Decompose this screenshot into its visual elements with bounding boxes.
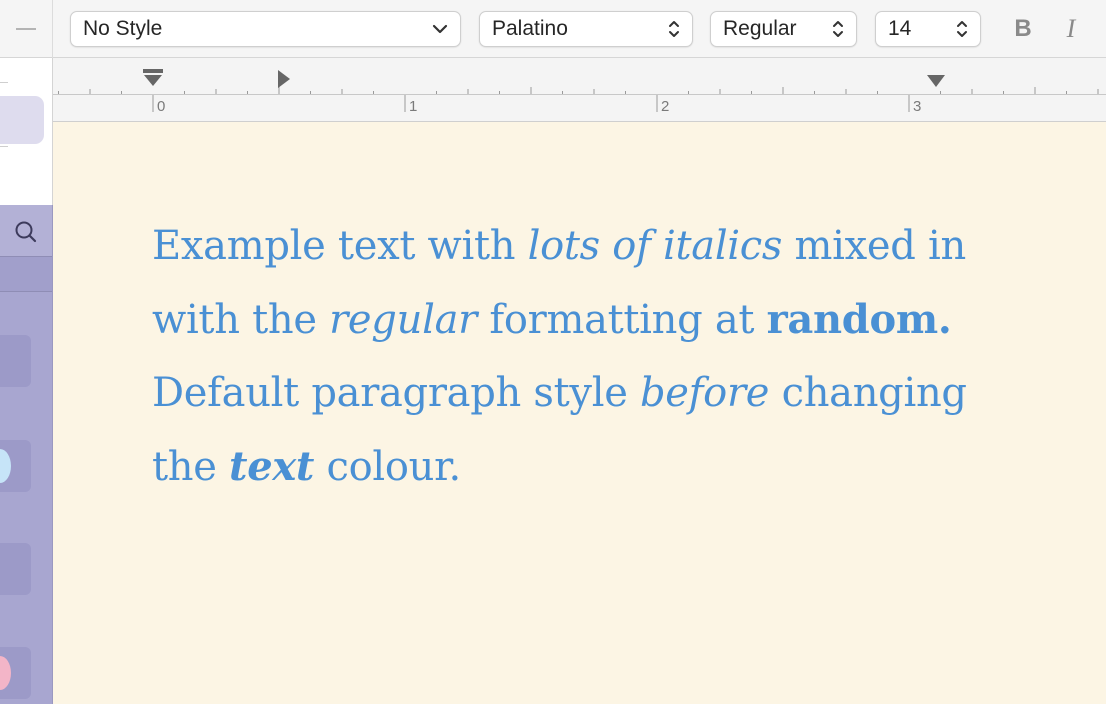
text-run: lots of italics xyxy=(527,223,783,269)
italic-button[interactable]: I xyxy=(1053,12,1089,46)
paragraph-style-value: No Style xyxy=(83,17,163,40)
sidebar-list-panel xyxy=(0,58,53,205)
ruler-number: 3 xyxy=(913,98,922,115)
bold-button[interactable]: B xyxy=(1005,12,1041,46)
text-run: regular xyxy=(329,297,477,343)
ruler-number: 2 xyxy=(661,98,670,115)
text-run: random. xyxy=(766,296,952,343)
sidebar-note-card[interactable] xyxy=(0,543,31,595)
text-ruler[interactable]: 0 1 2 3 xyxy=(53,58,1106,122)
up-down-chevron-icon xyxy=(833,21,843,37)
sidebar-divider xyxy=(0,82,8,83)
document-text[interactable]: Example text with lots of italics mixed … xyxy=(152,210,1032,504)
ruler-number: 0 xyxy=(157,98,166,115)
text-run: text xyxy=(229,443,315,490)
search-icon[interactable] xyxy=(14,220,38,244)
right-indent-marker-icon[interactable] xyxy=(926,74,946,88)
sidebar-divider xyxy=(0,146,8,147)
text-run: Default paragraph style xyxy=(152,370,640,416)
sidebar-toolbar-stub xyxy=(0,0,53,58)
text-run: colour. xyxy=(314,444,462,490)
chevron-down-icon xyxy=(432,24,448,34)
text-run: formatting at xyxy=(476,297,767,343)
paragraph-style-popup[interactable]: No Style xyxy=(70,11,461,47)
first-line-indent-marker-icon[interactable] xyxy=(142,68,164,90)
minus-icon[interactable] xyxy=(16,28,36,30)
text-run: Example text with xyxy=(152,223,528,269)
font-size-stepper[interactable]: 14 xyxy=(875,11,981,47)
sidebar-selected-item[interactable] xyxy=(0,96,44,144)
ruler-number: 1 xyxy=(409,98,418,115)
document-canvas[interactable]: Example text with lots of italics mixed … xyxy=(53,122,1106,704)
up-down-chevron-icon xyxy=(957,21,967,37)
ruler-ticks xyxy=(53,87,1106,112)
sidebar-header-band xyxy=(0,257,52,292)
typeface-popup[interactable]: Regular xyxy=(710,11,857,47)
tab-stop-marker-icon[interactable] xyxy=(276,69,292,89)
sidebar-search-bar[interactable] xyxy=(0,205,52,257)
text-run: before xyxy=(640,370,770,416)
font-family-popup[interactable]: Palatino xyxy=(479,11,693,47)
format-toolbar: No Style Palatino Regular 14 B I xyxy=(0,0,1106,58)
up-down-chevron-icon xyxy=(669,21,679,37)
font-family-value: Palatino xyxy=(492,17,568,40)
sidebar-note-card[interactable] xyxy=(0,335,31,387)
